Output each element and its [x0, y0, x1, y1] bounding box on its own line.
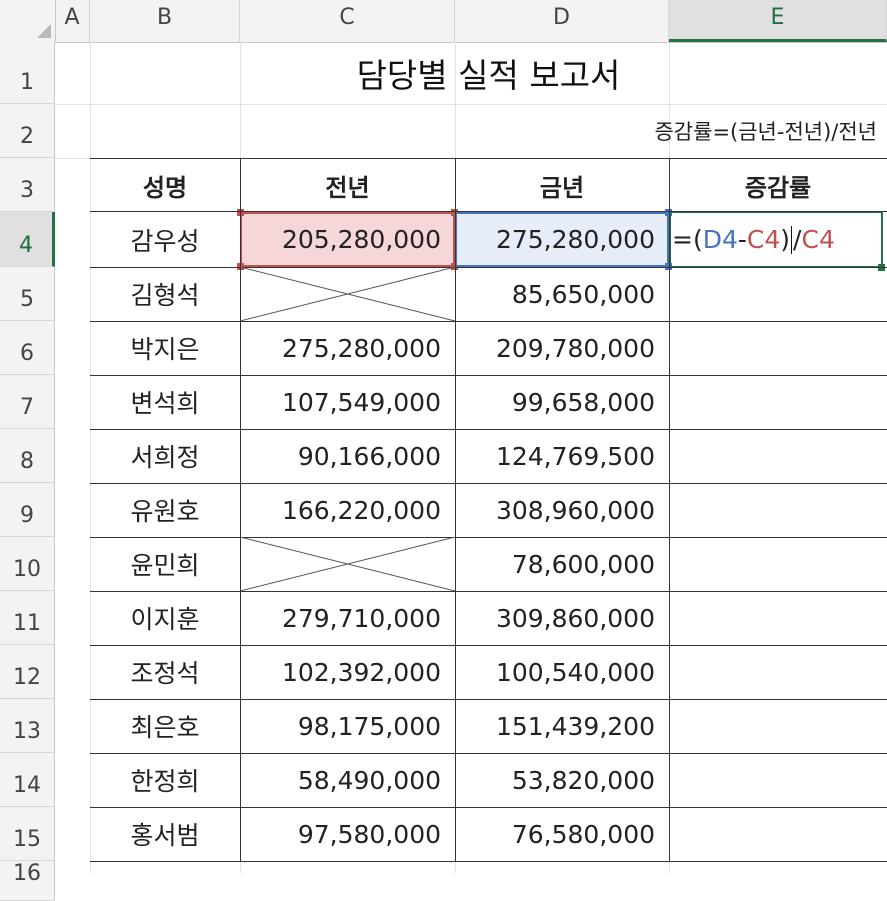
curr-year-cell[interactable]: 78,600,000 — [455, 537, 669, 591]
formula-close-paren: ) — [780, 225, 791, 254]
header-curr-year[interactable]: 금년 — [455, 158, 669, 212]
header-prev-year[interactable]: 전년 — [240, 158, 455, 212]
row-header-15[interactable]: 15 — [0, 807, 55, 861]
curr-year-cell[interactable]: 275,280,000 — [455, 212, 669, 267]
name-cell[interactable]: 윤민희 — [90, 537, 240, 591]
name-cell[interactable]: 박지은 — [90, 321, 240, 375]
name-cell[interactable]: 김형석 — [90, 267, 240, 321]
row-header-12[interactable]: 12 — [0, 645, 55, 699]
row-header-16[interactable]: 16 — [0, 861, 55, 901]
row-header-1[interactable]: 1 — [0, 42, 55, 104]
prev-year-cell[interactable]: 102,392,000 — [240, 645, 455, 699]
formula-ref-c4-divisor: C4 — [801, 225, 835, 254]
name-cell[interactable]: 유원호 — [90, 483, 240, 537]
formula-open-paren: ( — [692, 225, 703, 254]
prev-year-cell[interactable]: 97,580,000 — [240, 807, 455, 861]
name-cell[interactable]: 조정석 — [90, 645, 240, 699]
curr-year-cell[interactable]: 53,820,000 — [455, 753, 669, 807]
curr-year-cell[interactable]: 308,960,000 — [455, 483, 669, 537]
row-header-14[interactable]: 14 — [0, 753, 55, 807]
formula-note[interactable]: 증감률=(금년-전년)/전년 — [455, 104, 887, 158]
name-cell[interactable]: 변석희 — [90, 375, 240, 429]
prev-year-cell[interactable]: 107,549,000 — [240, 375, 455, 429]
column-header-d[interactable]: D — [455, 0, 669, 42]
row-header-6[interactable]: 6 — [0, 321, 55, 375]
table-border — [669, 158, 670, 861]
column-header-e[interactable]: E — [669, 0, 887, 42]
curr-year-cell[interactable]: 100,540,000 — [455, 645, 669, 699]
name-cell[interactable]: 서희정 — [90, 429, 240, 483]
row-header-11[interactable]: 11 — [0, 591, 55, 645]
formula-equals: = — [672, 225, 693, 254]
curr-year-cell[interactable]: 85,650,000 — [455, 267, 669, 321]
name-cell[interactable]: 최은호 — [90, 699, 240, 753]
prev-year-cell[interactable] — [240, 267, 455, 321]
curr-year-cell[interactable]: 209,780,000 — [455, 321, 669, 375]
column-header-b[interactable]: B — [90, 0, 240, 42]
formula-ref-d4: D4 — [702, 225, 738, 254]
text-cursor — [791, 225, 793, 254]
row-header-9[interactable]: 9 — [0, 483, 55, 537]
row-header-3[interactable]: 3 — [0, 158, 55, 212]
select-all-triangle-icon — [37, 24, 51, 38]
prev-year-cell[interactable]: 98,175,000 — [240, 699, 455, 753]
select-all-corner[interactable] — [0, 0, 56, 42]
row-header-8[interactable]: 8 — [0, 429, 55, 483]
row-header-10[interactable]: 10 — [0, 537, 55, 591]
formula-minus: - — [737, 225, 747, 254]
name-cell[interactable]: 이지훈 — [90, 591, 240, 645]
table-border — [90, 861, 887, 862]
formula-ref-c4: C4 — [746, 225, 781, 254]
formula-slash: / — [793, 225, 802, 254]
prev-year-cell[interactable]: 166,220,000 — [240, 483, 455, 537]
cell-e4-formula[interactable]: =(D4- C4) / C4 — [672, 212, 835, 267]
spreadsheet-grid: A B C D E 1 2 3 4 5 6 7 8 9 10 11 12 13 … — [0, 0, 887, 901]
header-name[interactable]: 성명 — [90, 158, 240, 212]
curr-year-cell[interactable]: 99,658,000 — [455, 375, 669, 429]
prev-year-cell[interactable]: 279,710,000 — [240, 591, 455, 645]
curr-year-cell[interactable]: 309,860,000 — [455, 591, 669, 645]
prev-year-cell[interactable]: 90,166,000 — [240, 429, 455, 483]
name-cell[interactable]: 한정희 — [90, 753, 240, 807]
curr-year-cell[interactable]: 124,769,500 — [455, 429, 669, 483]
row-header-2[interactable]: 2 — [0, 104, 55, 158]
column-header-a[interactable]: A — [55, 0, 90, 42]
column-header-c[interactable]: C — [240, 0, 455, 42]
report-title[interactable]: 담당별 실적 보고서 — [90, 42, 887, 104]
curr-year-cell[interactable]: 151,439,200 — [455, 699, 669, 753]
row-header-13[interactable]: 13 — [0, 699, 55, 753]
curr-year-cell[interactable]: 76,580,000 — [455, 807, 669, 861]
prev-year-cell[interactable] — [240, 537, 455, 591]
name-cell[interactable]: 감우성 — [90, 212, 240, 267]
row-header-7[interactable]: 7 — [0, 375, 55, 429]
prev-year-cell[interactable]: 205,280,000 — [240, 212, 455, 267]
prev-year-cell[interactable]: 58,490,000 — [240, 753, 455, 807]
row-header-4[interactable]: 4 — [0, 212, 55, 267]
prev-year-cell[interactable]: 275,280,000 — [240, 321, 455, 375]
name-cell[interactable]: 홍서범 — [90, 807, 240, 861]
row-header-5[interactable]: 5 — [0, 267, 55, 321]
header-change-rate[interactable]: 증감률 — [669, 158, 887, 212]
